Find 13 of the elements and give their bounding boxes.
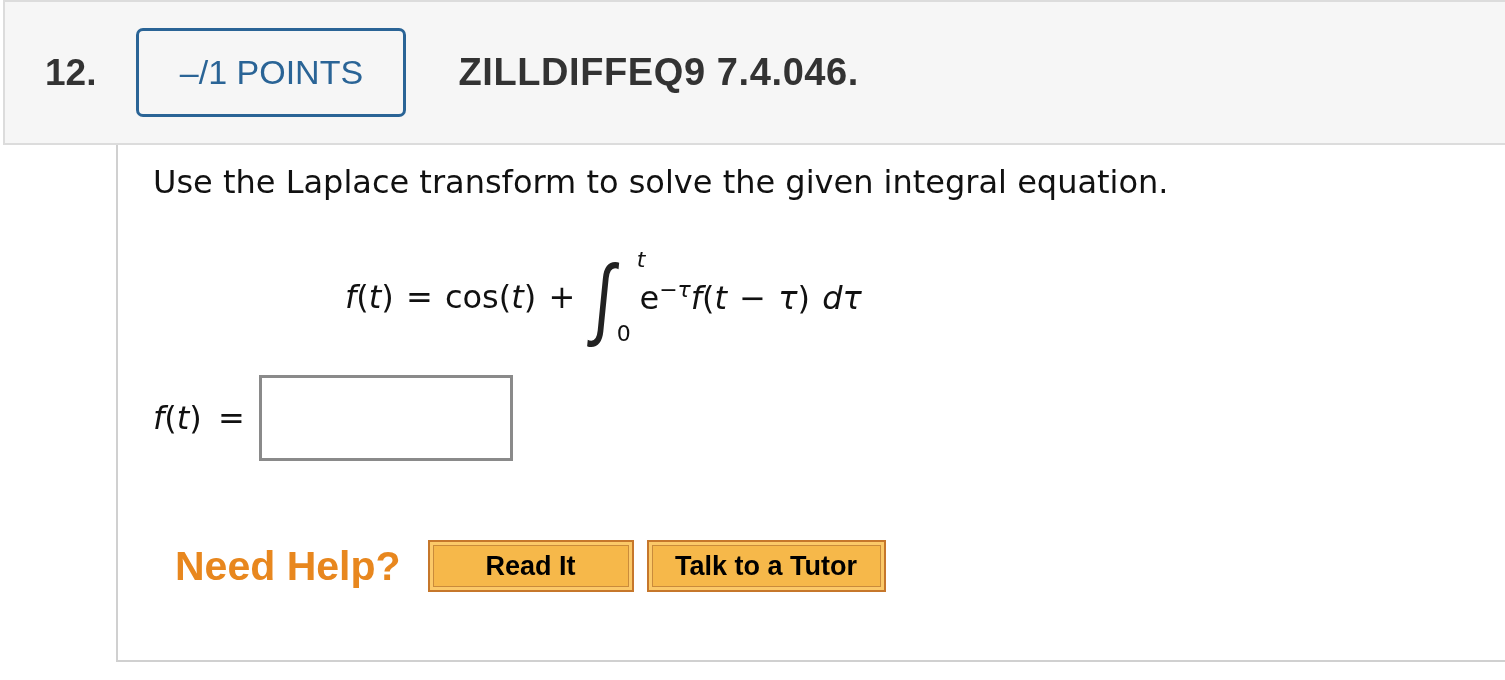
- lower-limit: 0: [616, 323, 632, 345]
- question-number: 12.: [45, 51, 97, 94]
- prompt-text: Use the Laplace transform to solve the given integral equation.: [153, 162, 1170, 203]
- question-id: ZILLDIFFEQ9 7.4.046.: [458, 51, 859, 94]
- tutor-button[interactable]: Talk to a Tutor: [646, 540, 886, 592]
- integrand: e$^{−τ}$f(t −τ) dτ: [639, 277, 862, 317]
- answer-label: f(t) =: [153, 399, 245, 437]
- equation-left-side: f(t) = cos(t) +: [345, 278, 576, 316]
- upper-limit: t: [636, 249, 646, 271]
- need-help-label: Need Help?: [175, 542, 401, 590]
- answer-field[interactable]: [258, 375, 513, 461]
- points-badge: –/1 POINTS: [136, 28, 407, 117]
- read-it-button[interactable]: Read It: [427, 540, 634, 592]
